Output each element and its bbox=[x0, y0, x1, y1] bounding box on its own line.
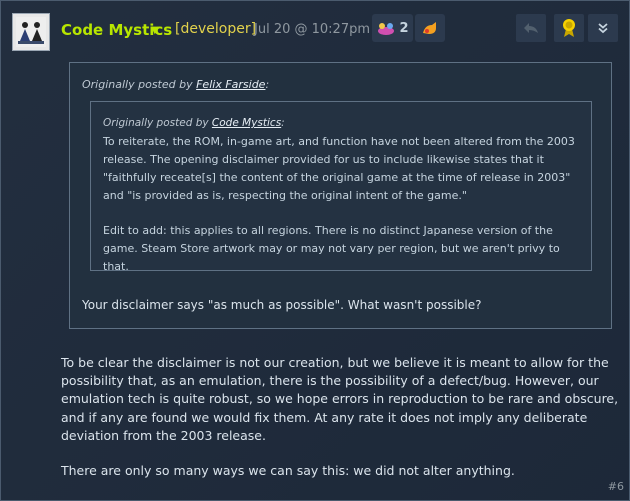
award-button[interactable] bbox=[554, 14, 584, 42]
inner-quote-paragraph-2: Edit to add: this applies to all regions… bbox=[103, 224, 560, 273]
author-avatar[interactable] bbox=[12, 13, 50, 51]
caret-down-icon[interactable]: ▼ bbox=[151, 25, 159, 36]
award-count: 2 bbox=[399, 20, 409, 36]
reply-icon bbox=[524, 23, 538, 33]
award-reaction-2[interactable] bbox=[415, 14, 445, 42]
chevron-double-down-icon bbox=[598, 23, 608, 34]
award-reaction[interactable]: 2 bbox=[372, 14, 413, 42]
award-icon bbox=[378, 23, 395, 35]
post-date: Jul 20 @ 10:27pm bbox=[254, 22, 371, 37]
outer-quote-author-link[interactable]: Felix Farside bbox=[196, 78, 265, 91]
outer-quote-prefix: Originally posted by bbox=[82, 78, 197, 91]
outer-quote-suffix: : bbox=[265, 78, 270, 91]
author-role-badge: [developer] bbox=[175, 21, 257, 37]
inner-quote-suffix: : bbox=[281, 117, 285, 129]
reply-paragraph-1: To be clear the disclaimer is not our cr… bbox=[61, 355, 619, 443]
award-ribbon-icon bbox=[563, 19, 575, 37]
outer-quote-header: Originally posted by Felix Farside: bbox=[82, 78, 269, 91]
inner-quote-prefix: Originally posted by bbox=[103, 117, 212, 129]
reply-paragraph-2: There are only so many ways we can say t… bbox=[61, 463, 515, 478]
meditating-figures-avatar bbox=[16, 17, 46, 47]
reply-button[interactable] bbox=[516, 14, 546, 42]
collapse-button[interactable] bbox=[588, 14, 618, 42]
outer-quote-text: Your disclaimer says "as much as possibl… bbox=[82, 298, 482, 312]
inner-quote-author-link[interactable]: Code Mystics bbox=[212, 117, 281, 129]
inner-quote-header: Originally posted by Code Mystics: bbox=[103, 117, 285, 129]
post-number-link[interactable]: #6 bbox=[608, 480, 624, 493]
award-icon-2 bbox=[423, 22, 436, 34]
inner-quote-paragraph-1: To reiterate, the ROM, in-game art, and … bbox=[103, 135, 575, 202]
